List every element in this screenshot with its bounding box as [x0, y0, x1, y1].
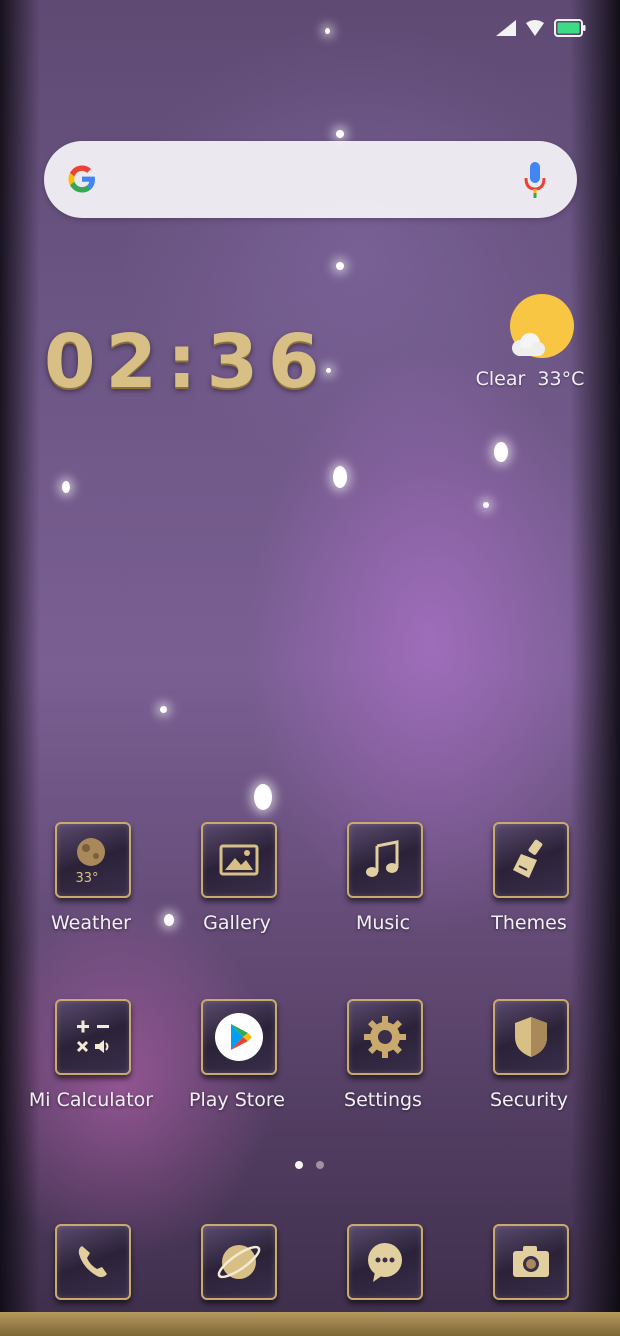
- app-label: Security: [489, 1089, 569, 1111]
- signal-icon: [496, 20, 516, 36]
- browser-icon: [201, 1224, 277, 1300]
- wallpaper-star: [483, 502, 489, 508]
- app-mi-calculator[interactable]: Mi Calculator: [18, 999, 164, 1129]
- app-weather[interactable]: 33° Weather: [18, 822, 164, 952]
- camera-icon: [493, 1224, 569, 1300]
- messages-icon: [347, 1224, 423, 1300]
- microphone-icon[interactable]: [523, 162, 547, 198]
- battery-icon: [554, 19, 586, 37]
- app-label: Mi Calculator: [28, 1089, 154, 1111]
- weather-condition: Clear: [475, 368, 526, 390]
- weather-icon: 33°: [55, 822, 131, 898]
- wallpaper-star: [336, 130, 344, 138]
- app-themes[interactable]: Themes: [456, 822, 602, 952]
- music-icon: [347, 822, 423, 898]
- calculator-icon: [55, 999, 131, 1075]
- phone-icon: [55, 1224, 131, 1300]
- wifi-icon: [526, 20, 544, 36]
- wallpaper-star: [333, 466, 347, 488]
- weather-icon-temp: 33°: [75, 871, 98, 886]
- wallpaper-star: [160, 706, 167, 713]
- app-play-store[interactable]: Play Store: [164, 999, 310, 1129]
- gallery-icon: [201, 822, 277, 898]
- wallpaper-star: [494, 442, 508, 462]
- clock-widget[interactable]: 02:36: [44, 322, 324, 402]
- google-search-bar[interactable]: [44, 141, 577, 218]
- wallpaper-star: [336, 262, 344, 270]
- wallpaper-star: [254, 784, 272, 810]
- app-label: Gallery: [203, 912, 271, 934]
- app-settings[interactable]: Settings: [310, 999, 456, 1129]
- app-label: Music: [355, 912, 411, 934]
- app-label: Settings: [344, 1089, 422, 1111]
- app-label: Themes: [491, 912, 567, 934]
- wallpaper-star: [62, 481, 70, 493]
- app-label: Weather: [51, 912, 131, 934]
- app-label: Play Store: [189, 1089, 285, 1111]
- home-screen: 02:36 Clear 33°C 33° Weather Gallery Mus…: [0, 0, 620, 1336]
- app-music[interactable]: Music: [310, 822, 456, 952]
- cloud-icon: [512, 333, 545, 356]
- dock-gold-bar: [0, 1312, 620, 1336]
- app-gallery[interactable]: Gallery: [164, 822, 310, 952]
- google-logo-icon: [68, 165, 95, 193]
- brush-icon: [493, 822, 569, 898]
- play-store-icon: [201, 999, 277, 1075]
- page-indicator-dot[interactable]: [316, 1161, 324, 1169]
- gear-icon: [347, 999, 423, 1075]
- wallpaper-edge-right: [570, 0, 620, 1336]
- page-indicator-dot-active[interactable]: [295, 1161, 303, 1169]
- wallpaper-star: [325, 28, 330, 34]
- status-bar: [496, 18, 586, 38]
- weather-temperature: 33°C: [537, 368, 585, 390]
- shield-icon: [493, 999, 569, 1075]
- weather-summary[interactable]: Clear 33°C: [470, 368, 590, 390]
- app-security[interactable]: Security: [456, 999, 602, 1129]
- wallpaper-edge-left: [0, 0, 40, 1336]
